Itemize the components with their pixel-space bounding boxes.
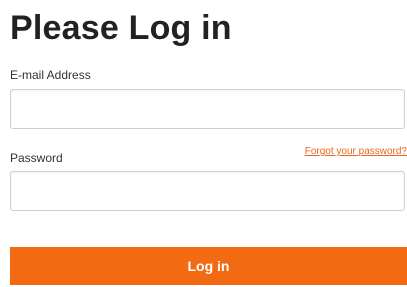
password-field[interactable] [10, 171, 405, 211]
email-label: E-mail Address [10, 68, 91, 82]
login-button[interactable]: Log in [10, 247, 407, 285]
password-label: Password [10, 151, 63, 165]
email-field[interactable] [10, 89, 405, 129]
page-title: Please Log in [10, 9, 232, 47]
forgot-password-link[interactable]: Forgot your password? [305, 146, 407, 158]
